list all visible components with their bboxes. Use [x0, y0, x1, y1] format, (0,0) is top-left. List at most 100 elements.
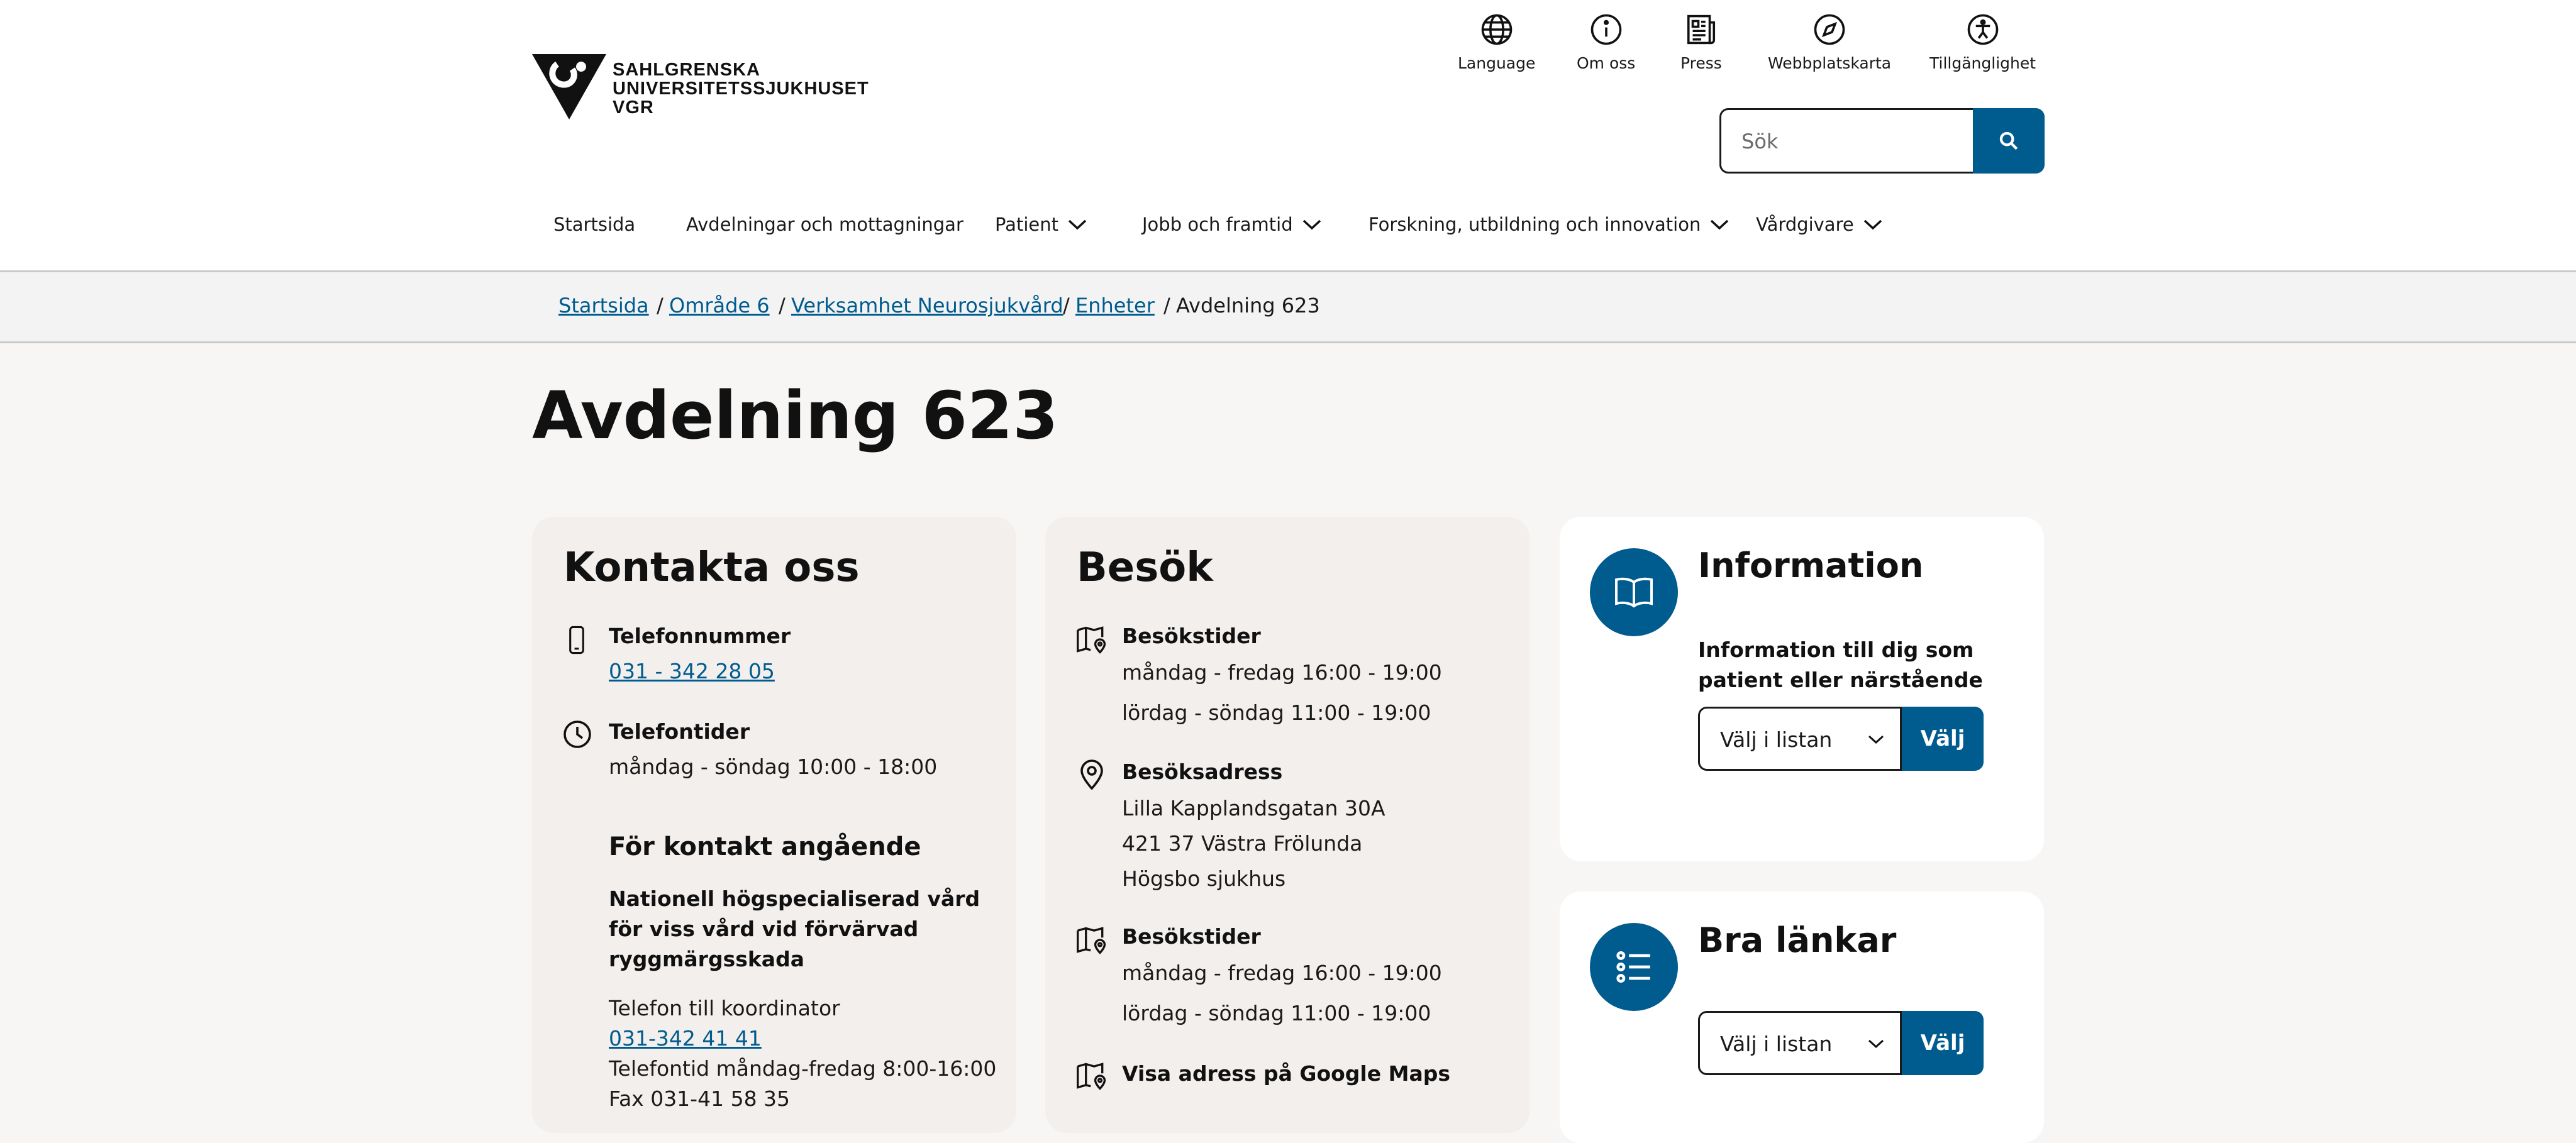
breadcrumb-link-start[interactable]: Startsida: [558, 294, 649, 318]
chevron-down-icon: [1711, 219, 1729, 230]
nav-item-start-label: Startsida: [553, 214, 636, 235]
information-circle: [1590, 548, 1678, 636]
phone-hours-label: Telefontider: [609, 719, 750, 744]
contact-title: Kontakta oss: [564, 544, 860, 591]
utility-about-label: Om oss: [1577, 54, 1636, 72]
links-select-button[interactable]: Välj: [1902, 1011, 1984, 1075]
utility-language-label: Language: [1458, 54, 1536, 72]
chevron-down-icon: [1068, 219, 1087, 230]
map-pin-icon: [1077, 927, 1106, 954]
links-select[interactable]: Välj i listan: [1698, 1011, 1902, 1075]
phone-link[interactable]: 031 - 342 28 05: [609, 659, 775, 683]
information-subtitle: Information till dig som patient eller n…: [1698, 638, 1983, 692]
logo-wordmark: SAHLGRENSKA UNIVERSITETSSJUKHUSET VGR: [613, 60, 869, 117]
utility-sitemap[interactable]: Webbplatskarta: [1768, 13, 1891, 72]
information-card: Information Information till dig som pat…: [1560, 517, 2044, 861]
breadcrumb-item[interactable]: Startsida: [558, 294, 649, 318]
breadcrumb: Startsida / Område 6 / Verksamhet Neuros…: [0, 272, 2576, 343]
breadcrumb-item[interactable]: Verksamhet Neurosjukvård: [791, 294, 1063, 318]
visiting-hours-weekdays: måndag - fredag 16:00 - 19:00: [1122, 660, 1442, 685]
contact-card: Kontakta oss Telefonnummer 031 - 342 28 …: [532, 517, 1016, 1133]
newspaper-icon: [1687, 14, 1715, 45]
nav-item-patient[interactable]: Patient: [995, 214, 1087, 235]
breadcrumb-separator: /: [657, 294, 663, 318]
links-circle: [1590, 923, 1678, 1011]
information-select[interactable]: Välj i listan: [1698, 707, 1902, 771]
site-logo[interactable]: SAHLGRENSKA UNIVERSITETSSJUKHUSET VGR: [532, 54, 869, 119]
visit-title: Besök: [1077, 544, 1213, 591]
breadcrumb-item[interactable]: Enheter: [1075, 294, 1155, 318]
information-select-value: Välj i listan: [1720, 727, 1833, 752]
chevron-down-icon: [1863, 219, 1882, 230]
information-select-button[interactable]: Välj: [1902, 707, 1984, 771]
utility-accessibility-label: Tillgänglighet: [1929, 54, 2036, 72]
utility-sitemap-label: Webbplatskarta: [1768, 54, 1892, 72]
search-input[interactable]: [1740, 124, 1957, 159]
search-form: [1719, 108, 2045, 174]
breadcrumb-item[interactable]: Område 6: [669, 294, 770, 318]
nav-item-departments-label: Avdelningar och mottagningar: [686, 214, 963, 235]
breadcrumb-link-area[interactable]: Område 6: [669, 294, 770, 318]
map-pin-icon: [1077, 626, 1106, 654]
chevron-down-icon: [1302, 219, 1321, 230]
breadcrumb-separator: /: [1163, 294, 1170, 318]
nav-item-jobs[interactable]: Jobb och framtid: [1142, 214, 1322, 235]
map-pin-icon: [1077, 1063, 1106, 1090]
search-button[interactable]: [1973, 108, 2045, 174]
clock-icon: [564, 721, 591, 748]
coordinator-label: Telefon till koordinator: [609, 996, 840, 1020]
mobile-phone-icon: [569, 626, 584, 654]
google-maps-link[interactable]: Visa adress på Google Maps: [1122, 1061, 1450, 1086]
utility-about[interactable]: Om oss: [1577, 13, 1635, 72]
nav-item-patient-label: Patient: [995, 214, 1058, 235]
visiting-address-city: 421 37 Västra Frölunda: [1122, 831, 1363, 856]
contact-about-text: Nationell högspecialiserad vård för viss…: [609, 886, 980, 971]
information-title: Information: [1698, 546, 1924, 585]
visiting-hours-label: Besökstider: [1122, 624, 1261, 648]
globe-icon: [1481, 14, 1512, 45]
compass-icon: [1814, 14, 1845, 45]
links-select-value: Välj i listan: [1720, 1032, 1833, 1056]
logo-line-1: SAHLGRENSKA: [613, 60, 760, 80]
visiting-hours-weekend-2: lördag - söndag 11:00 - 19:00: [1122, 1001, 1431, 1025]
breadcrumb-separator: /: [779, 294, 786, 318]
breadcrumb-separator: /: [1063, 294, 1070, 318]
nav-item-research[interactable]: Forskning, utbildning och innovation: [1368, 214, 1729, 235]
nav-item-start[interactable]: Startsida: [553, 214, 635, 235]
phone-label: Telefonnummer: [609, 624, 791, 648]
nav-item-research-label: Forskning, utbildning och innovation: [1368, 214, 1701, 235]
logo-line-3: VGR: [613, 97, 654, 118]
nav-item-departments[interactable]: Avdelningar och mottagningar: [686, 214, 963, 235]
visiting-hours-label-2: Besökstider: [1122, 924, 1261, 949]
breadcrumb-current: Avdelning 623: [1176, 294, 1320, 318]
visiting-address-street: Lilla Kapplandsgatan 30A: [1122, 796, 1385, 820]
visiting-address-label: Besöksadress: [1122, 759, 1283, 784]
contact-about-heading: För kontakt angående: [609, 832, 921, 861]
phone-hours: måndag - söndag 10:00 - 18:00: [609, 754, 938, 779]
coordinator-hours: Telefontid måndag-fredag 8:00-16:00: [609, 1056, 997, 1081]
visit-card: Besök Besökstider måndag - fredag 16:00 …: [1045, 517, 1530, 1133]
utility-accessibility[interactable]: Tillgänglighet: [1929, 13, 2036, 72]
chevron-down-icon: [1868, 1039, 1884, 1049]
vgr-logo-icon: [532, 54, 606, 119]
location-pin-icon: [1080, 759, 1103, 790]
links-card: Bra länkar Välj i listan Välj: [1560, 892, 2044, 1143]
breadcrumb-link-operation[interactable]: Verksamhet Neurosjukvård: [791, 294, 1063, 318]
nav-item-caregivers-label: Vårdgivare: [1756, 214, 1854, 235]
visiting-hours-weekdays-2: måndag - fredag 16:00 - 19:00: [1122, 961, 1442, 985]
links-title: Bra länkar: [1698, 920, 1897, 960]
coordinator-phone-link[interactable]: 031-342 41 41: [609, 1026, 762, 1051]
visiting-address-building: Högsbo sjukhus: [1122, 866, 1286, 891]
chevron-down-icon: [1868, 735, 1884, 744]
utility-press[interactable]: Press: [1680, 13, 1722, 72]
breadcrumb-link-units[interactable]: Enheter: [1075, 294, 1155, 318]
utility-press-label: Press: [1680, 54, 1722, 72]
nav-item-caregivers[interactable]: Vårdgivare: [1756, 214, 1883, 235]
open-book-icon: [1615, 577, 1653, 608]
fax-number: Fax 031-41 58 35: [609, 1086, 791, 1111]
utility-language[interactable]: Language: [1458, 13, 1535, 72]
list-icon: [1616, 951, 1650, 983]
visiting-hours-weekend: lördag - söndag 11:00 - 19:00: [1122, 700, 1431, 725]
page-title: Avdelning 623: [532, 377, 1058, 454]
nav-item-jobs-label: Jobb och framtid: [1142, 214, 1293, 235]
